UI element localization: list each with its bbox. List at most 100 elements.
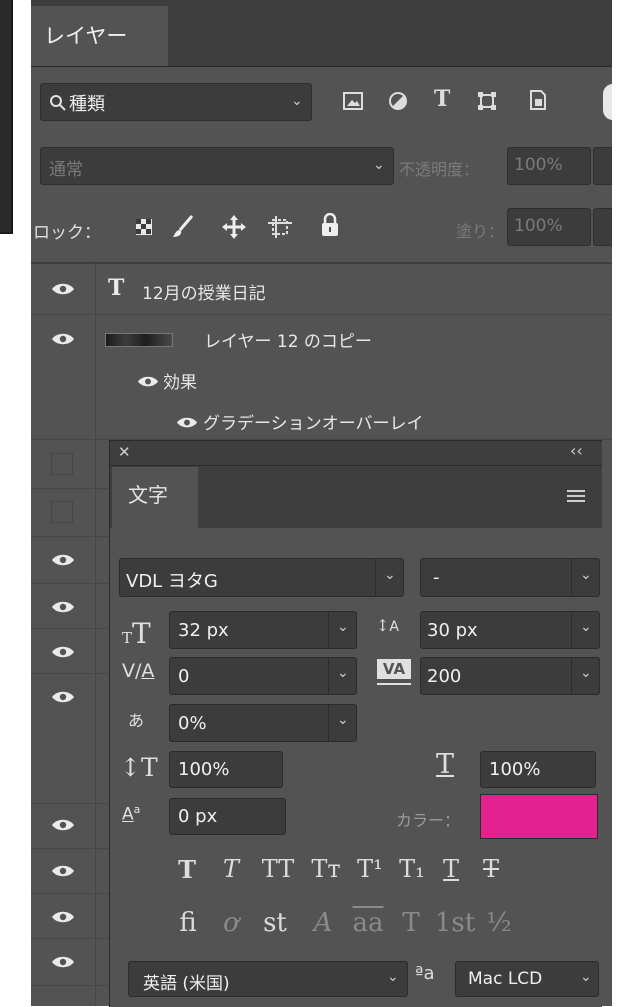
all-caps-button[interactable]: TT: [255, 855, 301, 883]
eye-icon[interactable]: [51, 910, 75, 924]
baseline-shift-icon: Aa: [122, 803, 141, 825]
ordinals-button[interactable]: 1st: [432, 908, 478, 938]
horizontal-scale-icon: T: [436, 749, 455, 780]
lock-image-pixels-icon[interactable]: [170, 214, 196, 240]
font-size-icon: TT: [122, 617, 151, 650]
layer-name: レイヤー 12 のコピー: [204, 332, 372, 352]
eye-icon[interactable]: [51, 600, 75, 614]
discretionary-ligatures-button[interactable]: st: [258, 908, 292, 938]
eye-icon[interactable]: [51, 332, 75, 346]
divider: [31, 628, 109, 629]
standard-ligatures-button[interactable]: ﬁ: [172, 908, 204, 938]
font-size-value: 32 px: [178, 620, 229, 641]
font-style-value: -: [433, 567, 440, 588]
faux-bold-button[interactable]: T: [172, 855, 202, 884]
eye-icon[interactable]: [51, 955, 75, 969]
horizontal-scale-value: 100%: [489, 759, 541, 780]
color-label: カラー：: [396, 811, 461, 830]
divider: [31, 673, 109, 674]
divider: [31, 985, 109, 986]
swash-button[interactable]: A: [306, 908, 340, 938]
tracking-value: 200: [427, 666, 462, 687]
layer-name: 12月の授業日記: [142, 284, 266, 304]
blend-mode-select[interactable]: 通常 ⌄: [40, 147, 394, 185]
eye-icon[interactable]: [51, 553, 75, 567]
chevron-down-icon: ⌄: [384, 567, 396, 583]
character-panel-header: ✕ ‹‹ 文字: [110, 441, 602, 528]
kerning-select[interactable]: 0 ⌄: [169, 657, 357, 695]
dropdown-button[interactable]: ⌄: [328, 612, 358, 648]
layer-row[interactable]: レイヤー 12 のコピー 効果 グラデーションオーバーレイ: [31, 315, 612, 439]
underline-button[interactable]: T: [435, 855, 467, 883]
pixel-layer-filter-icon[interactable]: [343, 92, 363, 110]
font-family-value: VDL ヨタG: [126, 571, 218, 592]
faux-italic-button[interactable]: T: [216, 855, 246, 883]
opacity-dropdown-button[interactable]: [593, 147, 612, 185]
dropdown-button[interactable]: ⌄: [375, 559, 405, 596]
eye-icon[interactable]: [51, 818, 75, 832]
vertical-scale-input[interactable]: 100%: [169, 751, 283, 788]
antialias-icon: ªa: [415, 963, 435, 984]
smart-object-filter-icon[interactable]: [528, 89, 548, 111]
effects-label: 効果: [163, 373, 197, 393]
stylistic-alternates-button[interactable]: aa: [348, 908, 388, 938]
fill-dropdown-button[interactable]: [593, 208, 612, 246]
strikethrough-button[interactable]: T: [475, 855, 507, 883]
leading-input[interactable]: 30 px ⌄: [420, 611, 600, 649]
divider: [31, 488, 109, 489]
subscript-button[interactable]: T₁: [394, 855, 430, 883]
layer-filter-select[interactable]: 種類 ⌄: [40, 83, 312, 121]
fractions-button[interactable]: ½: [482, 908, 516, 938]
dropdown-button[interactable]: ⌄: [571, 658, 601, 694]
superscript-button[interactable]: T¹: [352, 855, 388, 883]
adjustment-layer-filter-icon[interactable]: [388, 91, 408, 111]
eye-icon[interactable]: [176, 416, 198, 429]
tsume-select[interactable]: 0% ⌄: [169, 704, 357, 742]
language-select[interactable]: 英語 (米国) ⌄: [128, 961, 408, 997]
filter-toggle-switch[interactable]: [603, 84, 612, 120]
contextual-alternates-button[interactable]: ơ: [216, 908, 246, 938]
search-icon: [50, 95, 66, 111]
panel-menu-icon[interactable]: [567, 489, 585, 503]
chevron-down-icon: ⌄: [387, 969, 399, 985]
opacity-label: 不透明度：: [399, 160, 480, 179]
tracking-select[interactable]: 200 ⌄: [420, 657, 600, 695]
baseline-shift-input[interactable]: 0 px: [169, 798, 286, 835]
tab-layers[interactable]: レイヤー: [31, 6, 168, 66]
close-icon[interactable]: ✕: [118, 443, 131, 461]
lock-artboard-icon[interactable]: [267, 215, 293, 239]
visibility-toggle-off[interactable]: [51, 453, 73, 475]
divider: [31, 938, 109, 939]
tab-character[interactable]: 文字: [112, 467, 198, 528]
dropdown-button[interactable]: ⌄: [328, 658, 358, 694]
antialias-select[interactable]: Mac LCD ⌄: [455, 961, 599, 997]
layer-row[interactable]: T 12月の授業日記: [31, 264, 612, 314]
type-layer-filter-icon[interactable]: T: [434, 86, 450, 112]
small-caps-button[interactable]: Tт: [306, 855, 346, 883]
eye-icon[interactable]: [137, 375, 159, 388]
eye-icon[interactable]: [51, 282, 75, 296]
eye-icon[interactable]: [51, 864, 75, 878]
dropdown-button[interactable]: ⌄: [571, 559, 601, 596]
eye-icon[interactable]: [51, 690, 75, 704]
collapse-icon[interactable]: ‹‹: [570, 441, 583, 460]
shape-layer-filter-icon[interactable]: [476, 90, 498, 112]
opacity-field[interactable]: 100%: [507, 147, 591, 185]
titling-alternates-button[interactable]: T: [396, 908, 426, 938]
text-color-swatch[interactable]: [480, 794, 598, 839]
font-size-input[interactable]: 32 px ⌄: [169, 611, 357, 649]
opacity-value: 100%: [514, 155, 563, 175]
font-family-select[interactable]: VDL ヨタG ⌄: [119, 558, 404, 597]
font-style-select[interactable]: - ⌄: [420, 558, 600, 597]
lock-transparent-pixels-icon[interactable]: [135, 218, 153, 236]
chevron-down-icon: ⌄: [337, 712, 349, 728]
horizontal-scale-input[interactable]: 100%: [480, 751, 596, 788]
lock-position-icon[interactable]: [221, 214, 247, 240]
fill-field[interactable]: 100%: [507, 208, 591, 246]
eye-icon[interactable]: [51, 645, 75, 659]
visibility-toggle-off[interactable]: [51, 501, 73, 523]
lock-all-icon[interactable]: [320, 213, 340, 237]
chevron-down-icon: ⌄: [580, 665, 592, 681]
dropdown-button[interactable]: ⌄: [571, 612, 601, 648]
dropdown-button[interactable]: ⌄: [328, 705, 358, 741]
